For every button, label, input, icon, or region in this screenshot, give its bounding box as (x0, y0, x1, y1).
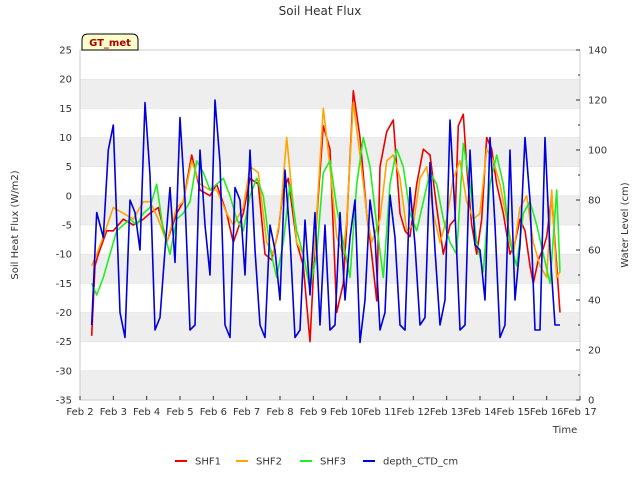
legend-label: depth_CTD_cm (383, 457, 458, 468)
x-tick-label: Feb 8 (266, 407, 293, 418)
x-tick-label: Feb 16 (530, 407, 564, 418)
chart-title: Soil Heat Flux (279, 4, 362, 18)
y2-tick-label: 0 (588, 396, 594, 407)
y2-axis-title: Water Level (cm) (620, 182, 631, 267)
y2-tick-label: 100 (588, 146, 607, 157)
x-tick-label: Feb 15 (497, 407, 531, 418)
y-tick-label: 20 (59, 75, 72, 86)
y-tick-label: -20 (56, 308, 72, 319)
soil-heat-flux-chart: 25 20 15 10 5 0 -5 -10 -15 -20 -25 -30 -35 140 120 100… (10, 4, 631, 468)
x-tick-label: Feb 3 (100, 407, 127, 418)
x-tick-label: Feb 13 (430, 407, 464, 418)
legend-label: SHF1 (195, 457, 221, 468)
x-tick-label: Feb 9 (300, 407, 327, 418)
legend-label: SHF3 (320, 457, 346, 468)
y-tick-label: -15 (56, 279, 72, 290)
x-tick-label: Feb 6 (200, 407, 227, 418)
y-axis-title: Soil Heat Flux (W/m2) (10, 170, 21, 279)
x-tick-label: Feb 7 (233, 407, 260, 418)
x-tick-label: Feb 4 (133, 407, 160, 418)
y-tick-label: -25 (56, 337, 72, 348)
y-tick-label: 5 (66, 162, 72, 173)
y-tick-label: 0 (66, 191, 72, 202)
grid-band (80, 370, 580, 400)
legend-label: SHF2 (256, 457, 282, 468)
left-axis-ticks: 25 20 15 10 5 0 -5 -10 -15 -20 -25 -30 -35 (56, 46, 72, 407)
y-tick-label: 10 (59, 133, 72, 144)
gt-met-badge: GT_met (81, 33, 139, 51)
y-tick-label: -35 (56, 396, 72, 407)
y2-tick-label: 60 (588, 246, 601, 257)
background-bands (80, 79, 580, 400)
y2-tick-label: 40 (588, 296, 601, 307)
legend: SHF1 SHF2 SHF3 depth_CTD_cm (175, 457, 458, 468)
x-tick-label: Feb 10 (330, 407, 364, 418)
y-tick-label: 25 (59, 46, 72, 57)
x-tick-label: Feb 11 (363, 407, 397, 418)
y-tick-label: 15 (59, 104, 72, 115)
badge-label: GT_met (89, 38, 131, 49)
right-axis-ticks: 140 120 100 80 60 40 20 0 (576, 46, 607, 407)
grid-band (80, 254, 580, 284)
x-tick-label: Feb 14 (463, 407, 497, 418)
x-axis-title: Time (552, 425, 577, 436)
grid-band (80, 79, 580, 109)
x-tick-label: Feb 5 (166, 407, 193, 418)
y2-tick-label: 20 (588, 346, 601, 357)
y-tick-label: -5 (62, 221, 72, 232)
y2-tick-label: 120 (588, 96, 607, 107)
y2-tick-label: 140 (588, 46, 607, 57)
x-tick-label: Feb 12 (397, 407, 431, 418)
y-tick-label: -30 (56, 366, 72, 377)
x-tick-label: Feb 2 (66, 407, 93, 418)
x-tick-label: Feb 17 (563, 407, 597, 418)
y2-tick-label: 80 (588, 196, 601, 207)
y-tick-label: -10 (56, 250, 72, 261)
